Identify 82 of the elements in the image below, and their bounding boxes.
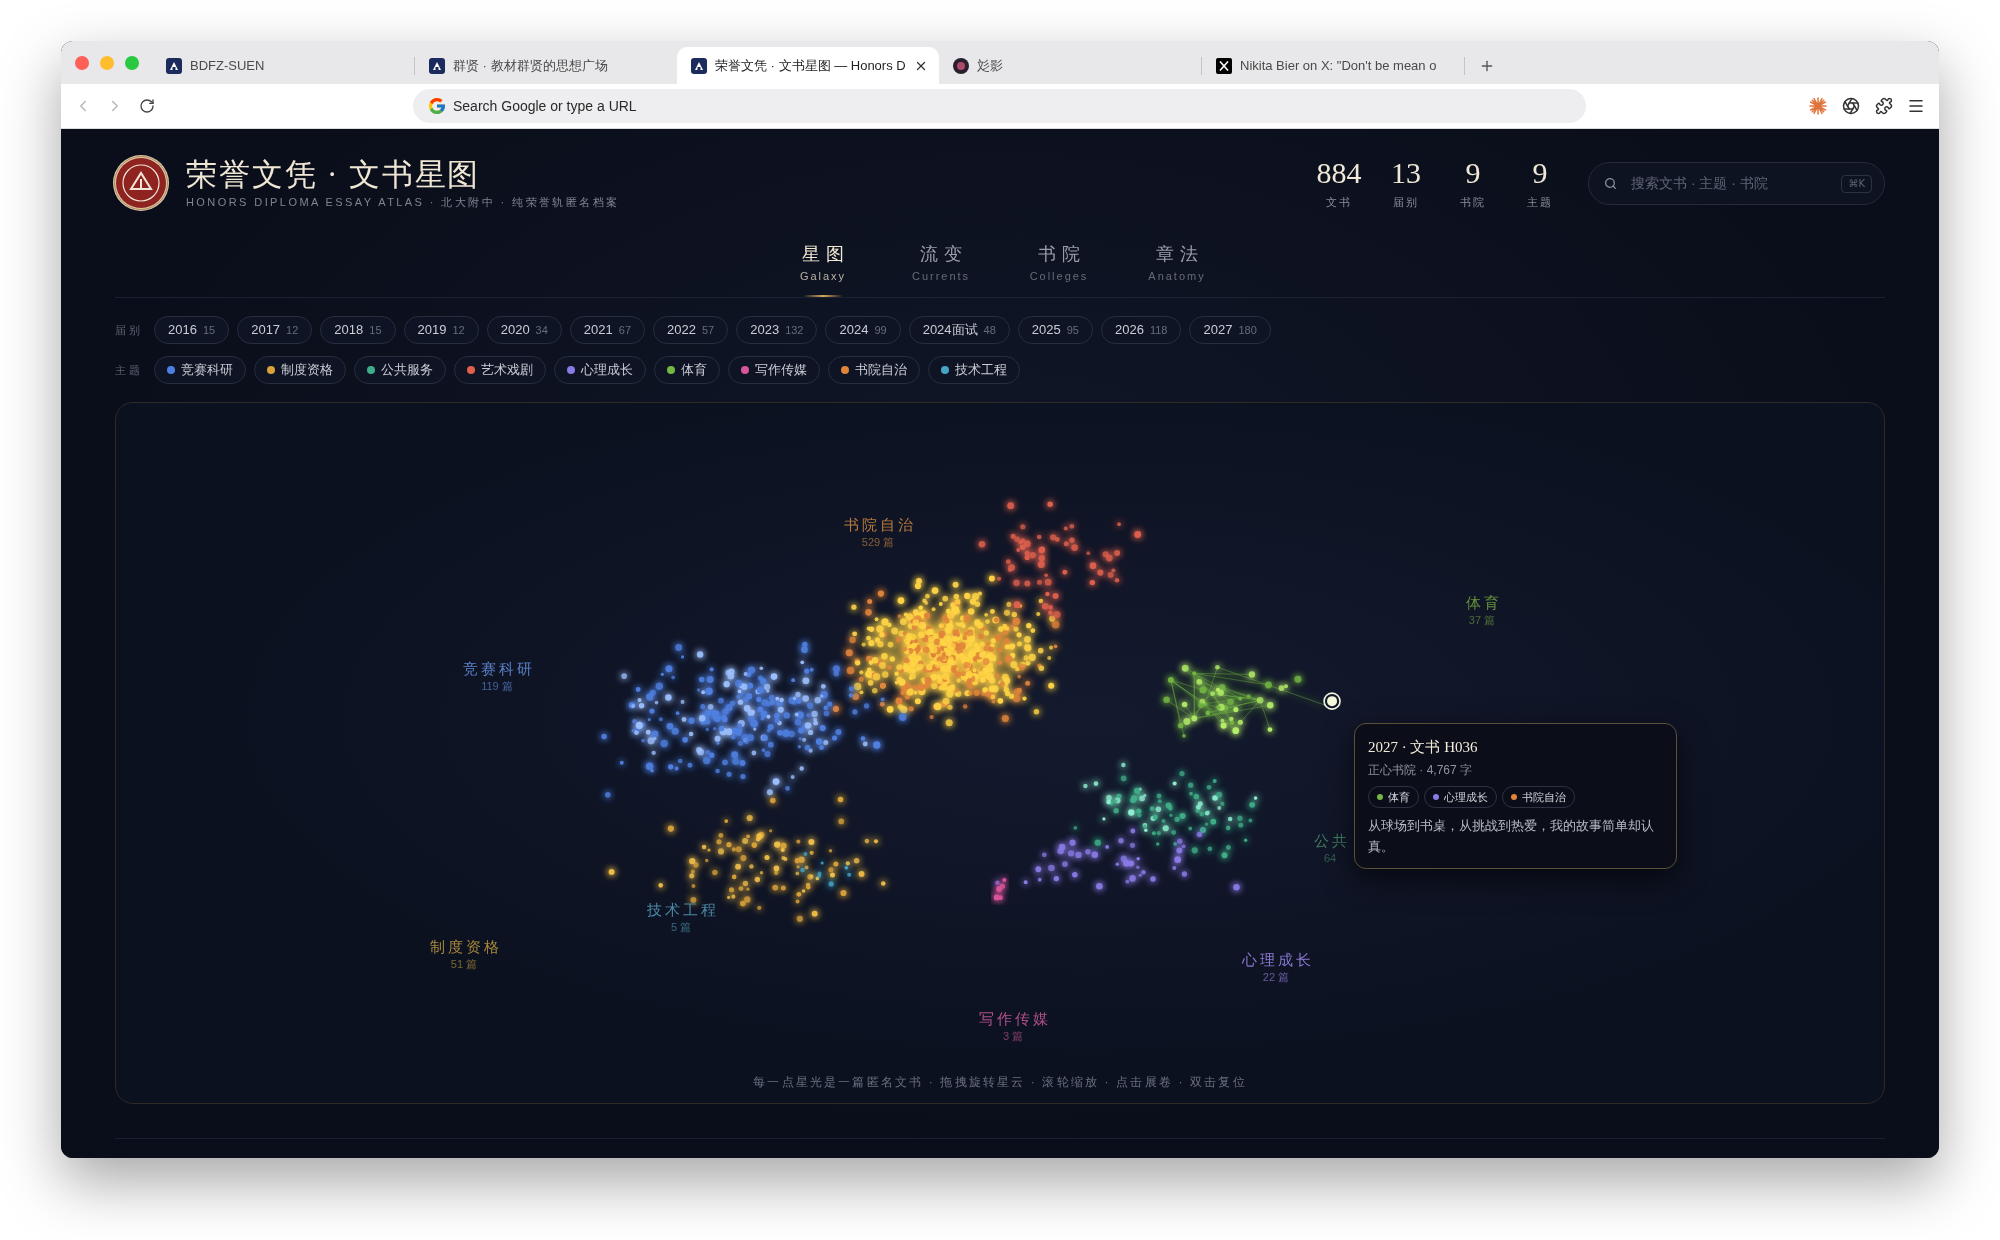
cluster-label: 制度资格 xyxy=(428,938,502,957)
puzzle-icon[interactable] xyxy=(1875,97,1893,115)
browser-tab[interactable]: Nikita Bier on X: "Don't be mean o xyxy=(1202,47,1464,84)
site-title: 荣誉文凭 · 文书星图 xyxy=(186,156,482,194)
stat-label: 主题 xyxy=(1526,195,1554,210)
theme-chip[interactable]: 公共服务 xyxy=(354,356,446,384)
year-chip[interactable]: 2018 15 xyxy=(320,316,396,344)
sparkle-icon[interactable] xyxy=(1809,97,1827,115)
g-logo-icon xyxy=(429,98,445,114)
cluster-label: 书院自治 xyxy=(842,516,916,535)
site-favicon-icon xyxy=(429,57,445,74)
cluster-label: 公共 xyxy=(1312,832,1350,851)
stat-value: 13 xyxy=(1391,156,1421,190)
year-chip[interactable]: 2024面试 48 xyxy=(908,316,1010,344)
interaction-hint: 每一点星光是一篇匿名文书 · 拖拽旋转星云 · 滚轮缩放 · 点击展卷 · 双击复位 xyxy=(753,1074,1247,1091)
year-chip[interactable]: 2023 132 xyxy=(736,316,818,344)
cluster-label: 体育 xyxy=(1464,594,1502,613)
cluster-label: 竞赛科研 xyxy=(461,660,535,679)
close-window-button[interactable] xyxy=(75,55,89,70)
cluster-count: 37 篇 xyxy=(1468,613,1496,627)
theme-chip[interactable]: 艺术戏剧 xyxy=(454,356,546,384)
year-chip[interactable]: 2026 118 xyxy=(1101,316,1182,344)
stat-label: 文书 xyxy=(1325,195,1353,210)
menu-icon[interactable] xyxy=(1907,97,1925,115)
filter-label: 主题 xyxy=(115,362,145,378)
search-icon xyxy=(1604,176,1617,190)
year-chip[interactable]: 2019 12 xyxy=(403,316,479,344)
theme-chip[interactable]: 心理成长 xyxy=(554,356,646,384)
cluster-label: 技术工程 xyxy=(645,901,719,920)
theme-chip[interactable]: 写作传媒 xyxy=(728,356,820,384)
tag-label: 心理成长 xyxy=(1444,789,1488,805)
stat-value: 9 xyxy=(1532,156,1548,190)
cluster-count: 3 篇 xyxy=(1002,1029,1024,1043)
tag-label: 体育 xyxy=(1388,789,1410,805)
stat-label: 届别 xyxy=(1392,195,1420,210)
theme-chip[interactable]: 竞赛科研 xyxy=(154,356,246,384)
site-favicon-icon xyxy=(166,57,182,74)
tooltip-excerpt: 从球场到书桌，从挑战到热爱，我的故事简单却认真。 xyxy=(1368,817,1655,856)
tooltip-title: 2027 · 文书 H036 xyxy=(1368,738,1479,757)
browser-tab[interactable]: 彣影 xyxy=(939,47,1201,84)
theme-chip[interactable]: 书院自治 xyxy=(828,356,920,384)
cluster-label: 写作传媒 xyxy=(977,1010,1051,1029)
browser-tab[interactable]: 荣誉文凭 · 文书星图 — Honors D xyxy=(677,47,939,84)
cluster-count: 22 篇 xyxy=(1262,970,1290,984)
year-chip[interactable]: 2021 67 xyxy=(569,316,646,344)
cluster-count: 529 篇 xyxy=(861,535,895,549)
aperture-icon[interactable] xyxy=(1842,97,1860,115)
cluster-count: 119 篇 xyxy=(481,679,513,693)
theme-chip[interactable]: 体育 xyxy=(654,356,720,384)
year-chip[interactable]: 2020 34 xyxy=(486,316,562,344)
stat-label: 书院 xyxy=(1459,195,1487,210)
reload-icon[interactable] xyxy=(139,98,155,114)
x-mark-icon xyxy=(1216,57,1232,74)
address-field[interactable]: Search Google or type a URL xyxy=(413,89,1586,123)
year-chip[interactable]: 2024 99 xyxy=(825,316,901,344)
stat-value: 9 xyxy=(1465,156,1481,190)
nav-tab[interactable]: 书院 Colleges xyxy=(1018,241,1100,297)
cluster-label: 心理成长 xyxy=(1240,951,1314,970)
nav-tab[interactable]: 章法 Anatomy xyxy=(1136,241,1218,297)
site-subtitle: HONORS DIPLOMA ESSAY ATLAS · 北大附中 · 纯荣誉轨匿名档案 xyxy=(186,195,620,210)
emblem-icon xyxy=(113,155,169,211)
nav-tab[interactable]: 星图 Galaxy xyxy=(782,241,864,297)
stat-value: 884 xyxy=(1316,156,1362,190)
browser-tab[interactable]: BDFZ-SUEN xyxy=(152,47,414,84)
year-chip[interactable]: 2016 15 xyxy=(154,316,230,344)
site-favicon-icon xyxy=(691,57,707,74)
nav-tab[interactable]: 流变 Currents xyxy=(900,241,982,297)
year-chip[interactable]: 2017 12 xyxy=(237,316,313,344)
tooltip-meta: 正心书院 · 4,767 字 xyxy=(1368,762,1474,779)
cluster-count: 51 篇 xyxy=(450,957,478,971)
year-chip[interactable]: 2025 95 xyxy=(1017,316,1093,344)
tag-label: 书院自治 xyxy=(1522,789,1566,805)
cluster-count: 5 篇 xyxy=(670,920,692,934)
browser-tab[interactable]: 群贤 · 教材群贤的思想广场 xyxy=(415,47,677,84)
cluster-count: 64 xyxy=(1323,851,1337,865)
year-chip[interactable]: 2027 180 xyxy=(1189,316,1271,344)
year-chip[interactable]: 2022 57 xyxy=(653,316,729,344)
round-favicon-icon xyxy=(953,57,969,74)
theme-chip[interactable]: 技术工程 xyxy=(928,356,1020,384)
theme-chip[interactable]: 制度资格 xyxy=(254,356,346,384)
filter-label: 届别 xyxy=(115,322,145,338)
shortcut-key: ⌘K xyxy=(1841,174,1872,193)
